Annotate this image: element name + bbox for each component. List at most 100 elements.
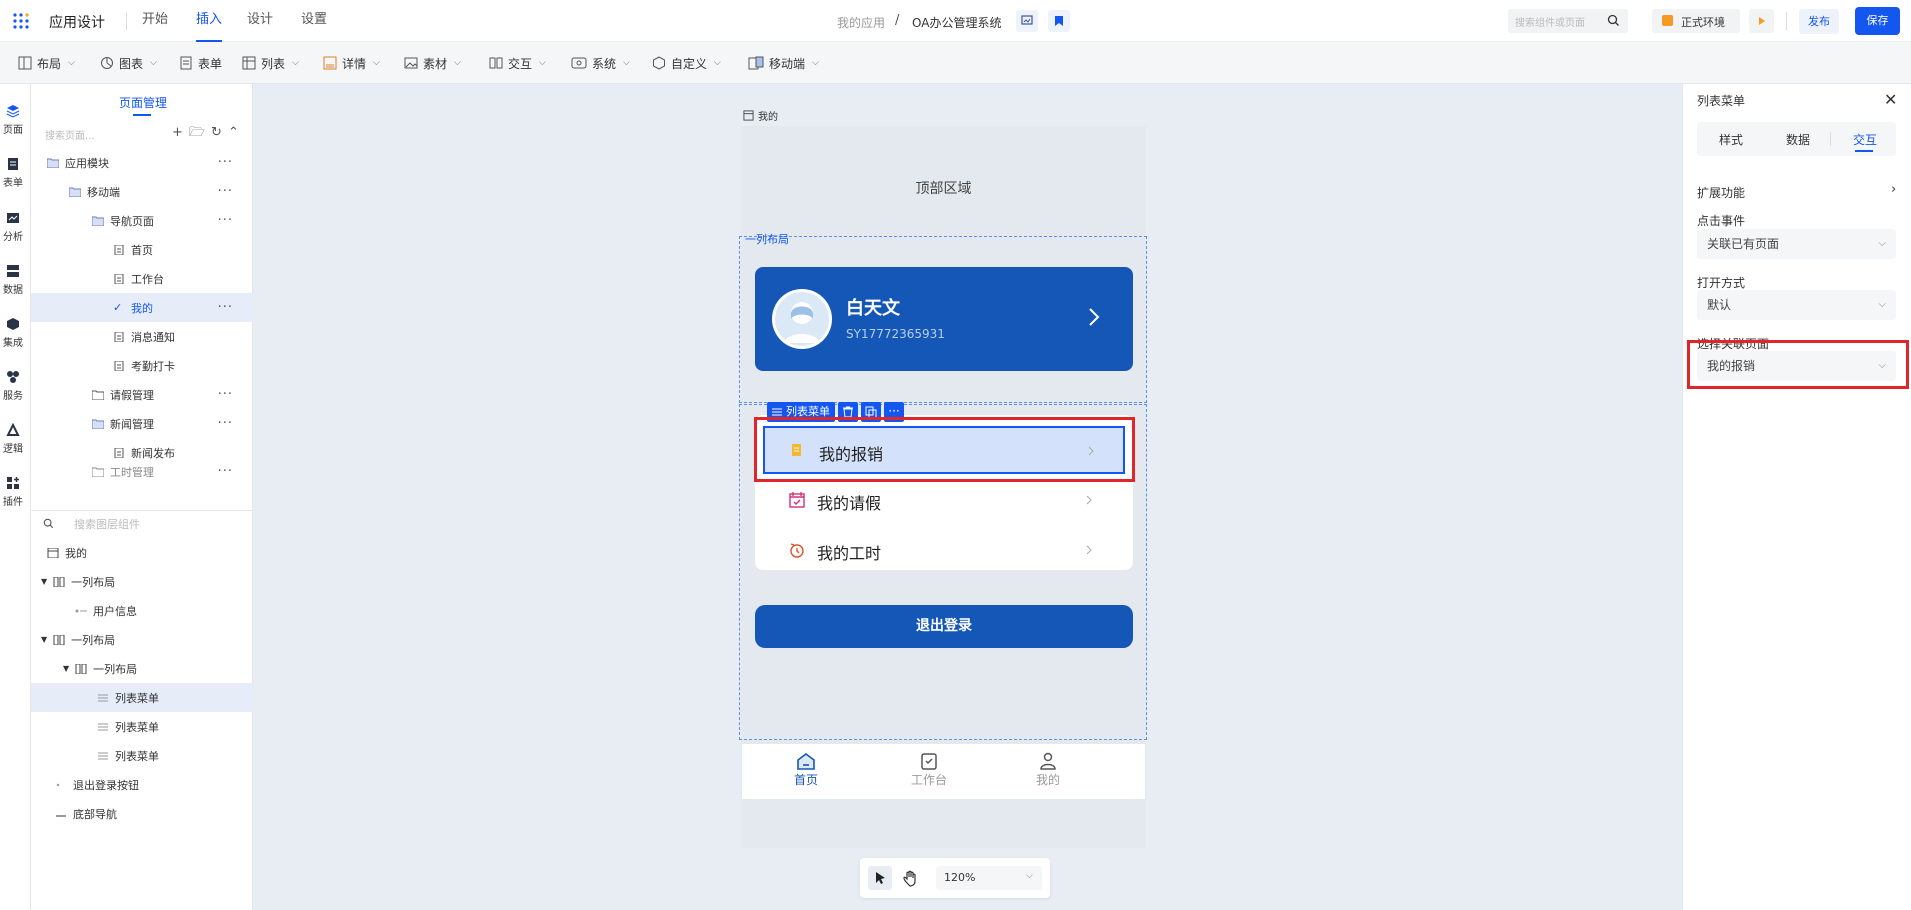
- tree-folder-leave[interactable]: 请假管理 ···: [31, 380, 253, 409]
- bottom-tabbar: 首页 工作台 我的: [742, 744, 1145, 799]
- rail-pages[interactable]: 页面: [0, 104, 26, 136]
- logout-button[interactable]: 退出登录: [755, 605, 1133, 648]
- caret-down-icon[interactable]: ▼: [41, 635, 47, 644]
- more-icon[interactable]: ···: [218, 213, 233, 228]
- close-icon[interactable]: ✕: [1884, 90, 1897, 109]
- nav-insert[interactable]: 插入: [196, 0, 223, 42]
- bottom-nav-icon: [56, 814, 66, 817]
- toolbar-interaction[interactable]: 交互 ⌵: [489, 42, 546, 84]
- tree-folder-worktime[interactable]: 工时管理 ···: [31, 467, 253, 477]
- rail-forms[interactable]: 表单: [0, 157, 26, 189]
- tree-page-news-publish[interactable]: 新闻发布: [31, 438, 253, 467]
- rail-plugins[interactable]: 插件: [0, 476, 26, 508]
- toolbar-chart[interactable]: 图表 ⌵: [100, 42, 157, 84]
- run-button[interactable]: [1749, 9, 1774, 33]
- pointer-icon[interactable]: [868, 866, 892, 890]
- more-icon[interactable]: ···: [218, 184, 233, 199]
- clock-icon: [789, 542, 805, 558]
- search-input[interactable]: 搜索组件或页面: [1515, 14, 1585, 29]
- layer-user-info[interactable]: 用户信息: [31, 596, 253, 625]
- more-icon[interactable]: ···: [218, 387, 233, 402]
- toolbar-layout[interactable]: 布局 ⌵: [18, 42, 75, 84]
- search-box[interactable]: 搜索组件或页面: [1508, 9, 1628, 33]
- toolbar-form[interactable]: 表单: [179, 42, 222, 84]
- tree-folder-news[interactable]: 新闻管理 ···: [31, 409, 253, 438]
- user-info-card[interactable]: 白天文 SY17772365931: [755, 267, 1133, 371]
- tree-page-home[interactable]: 首页: [31, 235, 253, 264]
- save-button[interactable]: 保存: [1855, 7, 1900, 35]
- refresh-icon[interactable]: ↻: [211, 126, 222, 139]
- more-icon[interactable]: ···: [218, 467, 233, 477]
- tab-data[interactable]: 数据: [1786, 131, 1810, 148]
- tree-page-workbench[interactable]: 工作台: [31, 264, 253, 293]
- tab-mine[interactable]: 我的: [1028, 752, 1068, 788]
- layer-list-menu-3[interactable]: 列表菜单: [31, 741, 253, 770]
- collapse-icon[interactable]: ⌃: [228, 126, 239, 139]
- app-title: 应用设计: [49, 15, 105, 31]
- tab-style[interactable]: 样式: [1719, 131, 1743, 148]
- tree-folder-app-module[interactable]: 应用模块 ···: [31, 148, 253, 177]
- nav-settings[interactable]: 设置: [301, 0, 327, 42]
- layer-column-1[interactable]: ▼ 一列布局: [31, 567, 253, 596]
- rail-logic[interactable]: 逻辑: [0, 423, 26, 455]
- layer-column-3[interactable]: ▼ 一列布局: [31, 654, 253, 683]
- search-icon[interactable]: [1607, 14, 1620, 27]
- layer-column-2[interactable]: ▼ 一列布局: [31, 625, 253, 654]
- open-mode-select[interactable]: 默认 ⌵: [1697, 290, 1896, 320]
- rail-data[interactable]: 数据: [0, 264, 26, 296]
- layer-list-menu-2[interactable]: 列表菜单: [31, 712, 253, 741]
- env-button[interactable]: 正式环境: [1652, 9, 1740, 33]
- tree-page-mine[interactable]: ✓ 我的 ···: [31, 293, 253, 322]
- toolbar-system[interactable]: 系统 ⌵: [571, 42, 630, 84]
- preview-icon[interactable]: [1016, 10, 1038, 32]
- breadcrumb-app[interactable]: 我的应用: [837, 14, 885, 31]
- tab-home[interactable]: 首页: [786, 752, 826, 788]
- caret-down-icon[interactable]: ▼: [41, 577, 47, 586]
- tab-page-management[interactable]: 页面管理: [119, 94, 167, 111]
- tree-page-attendance[interactable]: 考勤打卡: [31, 351, 253, 380]
- more-icon[interactable]: ···: [218, 416, 233, 431]
- more-icon[interactable]: ···: [218, 155, 233, 170]
- rail-integration[interactable]: 集成: [0, 317, 26, 349]
- tab-workbench[interactable]: 工作台: [905, 752, 953, 788]
- toolbar-material[interactable]: 素材 ⌵: [404, 42, 461, 84]
- rail-forms-label: 表单: [3, 178, 23, 189]
- menu-item-worktime[interactable]: 我的工时: [763, 526, 1125, 574]
- tree-folder-nav-pages[interactable]: 导航页面 ···: [31, 206, 253, 235]
- page-search-input[interactable]: 搜索页面...: [45, 127, 175, 143]
- menu-item-leave[interactable]: 我的请假: [763, 476, 1125, 524]
- new-folder-icon[interactable]: 🗁: [189, 126, 205, 139]
- system-icon: [571, 57, 587, 69]
- toolbar-mobile[interactable]: 移动端 ⌵: [748, 42, 819, 84]
- layer-page-mine[interactable]: 我的: [31, 538, 253, 567]
- layer-search-input[interactable]: 搜索图层组件: [74, 516, 140, 532]
- divider: [126, 12, 127, 30]
- nav-design[interactable]: 设计: [247, 0, 273, 42]
- nav-start[interactable]: 开始: [142, 0, 168, 42]
- toolbar-detail[interactable]: 详情 ⌵: [323, 42, 380, 84]
- tab-underline: [1855, 150, 1873, 152]
- caret-down-icon[interactable]: ▼: [63, 664, 69, 673]
- more-icon[interactable]: ···: [218, 300, 233, 315]
- bookmark-icon[interactable]: [1048, 10, 1070, 32]
- publish-button[interactable]: 发布: [1799, 9, 1839, 34]
- tree-page-notifications[interactable]: 消息通知: [31, 322, 253, 351]
- toolbar-custom[interactable]: 自定义 ⌵: [652, 42, 721, 84]
- layer-bottom-nav[interactable]: 底部导航: [31, 799, 253, 828]
- ext-feature-label[interactable]: 扩展功能: [1697, 184, 1745, 201]
- tab-workbench-label: 工作台: [910, 773, 947, 787]
- rail-analysis[interactable]: 分析: [0, 211, 26, 243]
- app-grid-icon[interactable]: [13, 13, 29, 29]
- zoom-select[interactable]: 120% ⌵: [936, 866, 1042, 890]
- tab-interaction[interactable]: 交互: [1853, 131, 1877, 148]
- toolbar-list[interactable]: 列表 ⌵: [242, 42, 299, 84]
- chevron-right-icon[interactable]: ›: [1891, 182, 1896, 197]
- click-event-select[interactable]: 关联已有页面 ⌵: [1697, 229, 1896, 259]
- tree-folder-mobile[interactable]: 移动端 ···: [31, 177, 253, 206]
- add-icon[interactable]: +: [172, 126, 183, 139]
- layer-list-menu-1[interactable]: 列表菜单: [31, 683, 253, 712]
- layer-logout-button[interactable]: 退出登录按钮: [31, 770, 253, 799]
- hand-icon[interactable]: [898, 866, 922, 890]
- chevron-right-icon[interactable]: [1087, 305, 1101, 329]
- rail-service[interactable]: 服务: [0, 370, 26, 402]
